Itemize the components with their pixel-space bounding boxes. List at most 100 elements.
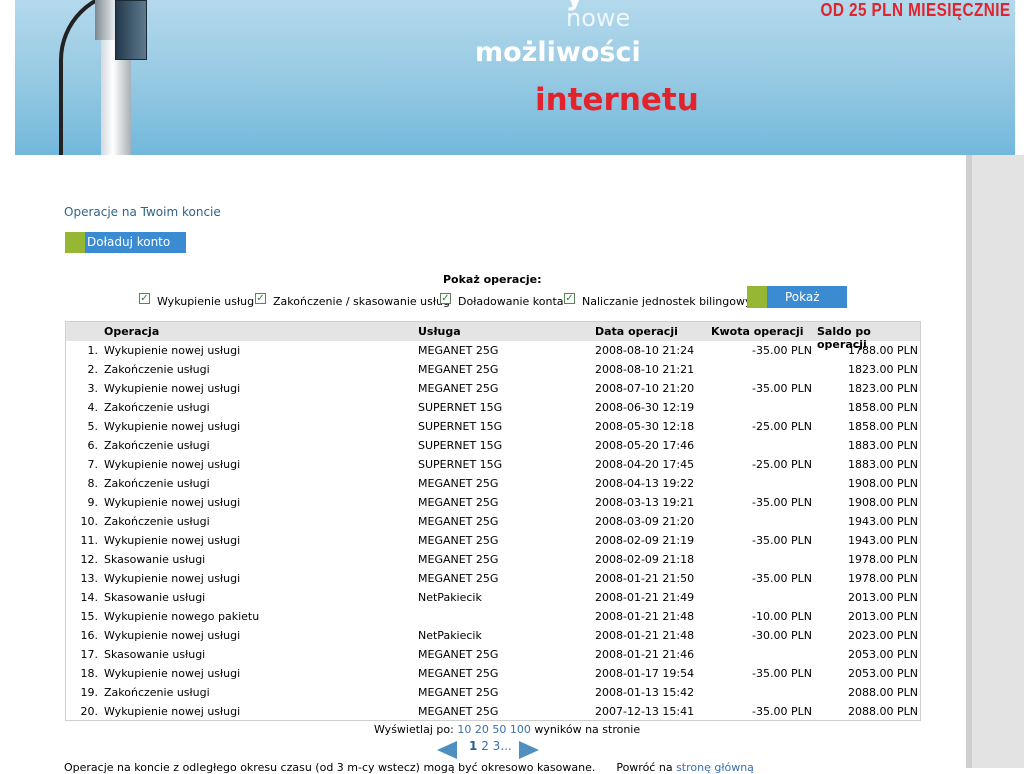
filter-billing-label: Naliczanie jednostek bilingowych bbox=[582, 295, 765, 308]
per-page-20[interactable]: 20 bbox=[475, 723, 489, 736]
table-header: Operacja Usługa Data operacji Kwota oper… bbox=[66, 322, 920, 351]
col-operation: Operacja bbox=[104, 325, 160, 338]
cell-svc: MEGANET 25G bbox=[418, 553, 499, 566]
cell-amt: -35.00 PLN bbox=[752, 344, 812, 357]
cell-bal: 2053.00 PLN bbox=[848, 667, 918, 680]
cell-svc: MEGANET 25G bbox=[418, 515, 499, 528]
cell-date: 2008-03-13 19:21 bbox=[595, 496, 695, 509]
cell-num: 9. bbox=[87, 496, 99, 509]
filter-end-services[interactable]: ✓ Zakończenie / skasowanie usług bbox=[255, 289, 450, 308]
cell-bal: 1823.00 PLN bbox=[848, 382, 918, 395]
cell-bal: 1943.00 PLN bbox=[848, 534, 918, 547]
cell-svc: MEGANET 25G bbox=[418, 667, 499, 680]
table-row: 10. Zakończenie usługi MEGANET 25G 2008-03-… bbox=[66, 512, 920, 531]
table-row: 3. Wykupienie nowej usługi MEGANET 25G 2008… bbox=[66, 379, 920, 398]
col-date: Data operacji bbox=[595, 325, 678, 338]
table-row: 6. Zakończenie usługi SUPERNET 15G 2008-05-… bbox=[66, 436, 920, 455]
cell-op: Wykupienie nowej usługi bbox=[104, 629, 241, 642]
cell-date: 2008-04-20 17:45 bbox=[595, 458, 695, 471]
table-row: 4. Zakończenie usługi SUPERNET 15G 2008-06-… bbox=[66, 398, 920, 417]
cell-op: Zakończenie usługi bbox=[104, 515, 210, 528]
cell-amt: -35.00 PLN bbox=[752, 705, 812, 718]
cell-svc: MEGANET 25G bbox=[418, 344, 499, 357]
cell-bal: 2053.00 PLN bbox=[848, 648, 918, 661]
cell-op: Wykupienie nowej usługi bbox=[104, 572, 241, 585]
topup-account-button[interactable]: Doładuj konto bbox=[65, 232, 186, 253]
cell-amt: -10.00 PLN bbox=[752, 610, 812, 623]
cell-svc: MEGANET 25G bbox=[418, 534, 499, 547]
filter-purchase-services[interactable]: ✓ Wykupienie usług bbox=[139, 289, 254, 308]
table-row: 15. Wykupienie nowego pakietu 2008-01-21 2… bbox=[66, 607, 920, 626]
checkbox-topup[interactable]: ✓ bbox=[440, 293, 451, 304]
cell-svc: MEGANET 25G bbox=[418, 686, 499, 699]
cell-svc: MEGANET 25G bbox=[418, 477, 499, 490]
cell-date: 2008-07-10 21:20 bbox=[595, 382, 695, 395]
cell-date: 2008-08-10 21:24 bbox=[595, 344, 695, 357]
cell-num: 2. bbox=[87, 363, 99, 376]
show-button[interactable]: Pokaż bbox=[747, 286, 847, 308]
per-page-100[interactable]: 100 bbox=[510, 723, 531, 736]
cell-bal: 1978.00 PLN bbox=[848, 572, 918, 585]
cell-amt: -25.00 PLN bbox=[752, 420, 812, 433]
cell-op: Wykupienie nowego pakietu bbox=[104, 610, 260, 623]
next-arrow-icon[interactable] bbox=[519, 741, 539, 759]
table-row: 16. Wykupienie nowej usługi NetPakiecik 200… bbox=[66, 626, 920, 645]
cell-date: 2008-01-21 21:48 bbox=[595, 610, 695, 623]
per-page-50[interactable]: 50 bbox=[492, 723, 506, 736]
cell-date: 2008-02-09 21:18 bbox=[595, 553, 695, 566]
right-gutter-edge bbox=[966, 155, 972, 768]
cell-num: 7. bbox=[87, 458, 99, 471]
page-2[interactable]: 2 bbox=[481, 739, 489, 753]
cell-svc: MEGANET 25G bbox=[418, 496, 499, 509]
checkbox-billing[interactable]: ✓ bbox=[564, 293, 575, 304]
cell-op: Wykupienie nowej usługi bbox=[104, 344, 241, 357]
page-3-more[interactable]: 3... bbox=[493, 739, 512, 753]
cell-svc: MEGANET 25G bbox=[418, 572, 499, 585]
cell-date: 2008-04-13 19:22 bbox=[595, 477, 695, 490]
table-row: 13. Wykupienie nowej usługi MEGANET 25G 200… bbox=[66, 569, 920, 588]
topup-account-label: Doładuj konto bbox=[87, 235, 171, 249]
filter-end-label: Zakończenie / skasowanie usług bbox=[273, 295, 450, 308]
cell-op: Skasowanie usługi bbox=[104, 553, 206, 566]
cell-svc: MEGANET 25G bbox=[418, 705, 499, 718]
banner-word-internetu: internetu bbox=[535, 82, 699, 118]
cell-op: Zakończenie usługi bbox=[104, 477, 210, 490]
banner-promo: OD 25 PLN MIESIĘCZNIE bbox=[820, 0, 1011, 20]
checkbox-purchase[interactable]: ✓ bbox=[139, 293, 150, 304]
table-row: 1. Wykupienie nowej usługi MEGANET 25G 2008… bbox=[66, 341, 920, 360]
cell-date: 2008-01-21 21:49 bbox=[595, 591, 695, 604]
cell-date: 2008-06-30 12:19 bbox=[595, 401, 695, 414]
cell-op: Wykupienie nowej usługi bbox=[104, 705, 241, 718]
per-page-10[interactable]: 10 bbox=[457, 723, 471, 736]
cell-num: 6. bbox=[87, 439, 99, 452]
cell-op: Wykupienie nowej usługi bbox=[104, 667, 241, 680]
filter-topup[interactable]: ✓ Doładowanie konta bbox=[440, 289, 564, 308]
cell-op: Wykupienie nowej usługi bbox=[104, 382, 241, 395]
checkbox-end[interactable]: ✓ bbox=[255, 293, 266, 304]
cell-bal: 2023.00 PLN bbox=[848, 629, 918, 642]
cell-bal: 2088.00 PLN bbox=[848, 686, 918, 699]
cell-date: 2008-01-21 21:50 bbox=[595, 572, 695, 585]
cell-op: Skasowanie usługi bbox=[104, 648, 206, 661]
cell-bal: 2013.00 PLN bbox=[848, 610, 918, 623]
table-row: 17. Skasowanie usługi MEGANET 25G 2008-01-2… bbox=[66, 645, 920, 664]
page-links: 1 2 3... bbox=[469, 739, 512, 753]
cell-op: Skasowanie usługi bbox=[104, 591, 206, 604]
cell-amt: -25.00 PLN bbox=[752, 458, 812, 471]
banner-word-nowe: nowe bbox=[566, 4, 631, 32]
prev-arrow-icon[interactable] bbox=[437, 741, 457, 759]
cell-bal: 1908.00 PLN bbox=[848, 477, 918, 490]
cell-date: 2008-01-21 21:48 bbox=[595, 629, 695, 642]
table-row: 19. Zakończenie usługi MEGANET 25G 2008-01-… bbox=[66, 683, 920, 702]
pagination: 1 2 3... bbox=[437, 739, 542, 759]
cell-amt: -35.00 PLN bbox=[752, 382, 812, 395]
cell-num: 12. bbox=[80, 553, 99, 566]
cell-num: 5. bbox=[87, 420, 99, 433]
filter-billing-units[interactable]: ✓ Naliczanie jednostek bilingowych bbox=[564, 289, 764, 308]
cell-num: 8. bbox=[87, 477, 99, 490]
table-row: 12. Skasowanie usługi MEGANET 25G 2008-02-0… bbox=[66, 550, 920, 569]
cell-date: 2008-05-30 12:18 bbox=[595, 420, 695, 433]
cell-num: 17. bbox=[80, 648, 99, 661]
cell-op: Wykupienie nowej usługi bbox=[104, 496, 241, 509]
per-page-selector: Wyświetlaj po: 10 20 50 100 wyników na s… bbox=[374, 723, 640, 736]
